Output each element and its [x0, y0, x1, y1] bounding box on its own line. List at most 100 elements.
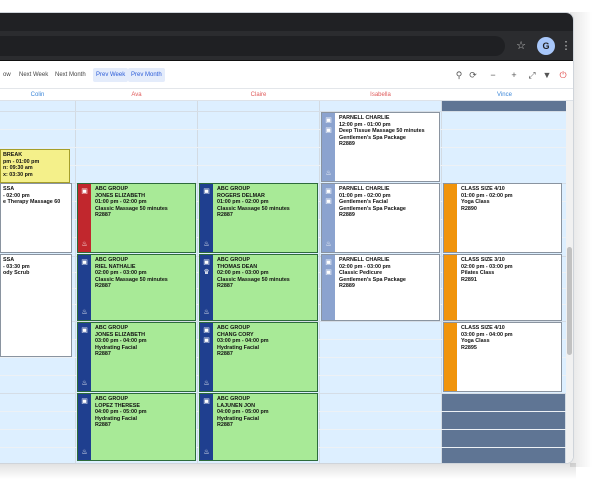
status-strip: ▣ ♨: [200, 184, 213, 252]
appointment-text: BREAK pm - 01:00 pm n: 09:30 am x: 03:30…: [3, 152, 40, 178]
browser-toolbar: ☆ G ⋮: [0, 31, 573, 61]
appointment-text: ABC GROUP LOPEZ THERESE 04:00 pm - 05:00…: [95, 396, 147, 429]
staff-colin[interactable]: Colin: [0, 89, 75, 101]
calendar-icon: ▣: [203, 327, 210, 334]
calendar-icon: ▣: [203, 398, 210, 405]
profile-avatar[interactable]: G: [537, 37, 555, 55]
next-month-button[interactable]: Next Month: [52, 68, 89, 82]
appointment-text: ABC GROUP JONES ELIZABETH 01:00 pm - 02:…: [95, 186, 168, 219]
quarter-line: [0, 129, 570, 130]
browser-window: ☆ G ⋮ ow Next Week Next Month Prev Week …: [0, 12, 574, 464]
filter-icon[interactable]: ▼: [540, 67, 554, 83]
staff-vince[interactable]: Vince: [442, 89, 567, 101]
calendar-check-icon: ▣: [325, 127, 332, 134]
star-icon[interactable]: ☆: [513, 38, 529, 54]
vince-blocked-top: [442, 101, 566, 111]
status-strip: ▣ ♨: [78, 323, 91, 391]
zoom-out-icon[interactable]: −: [486, 67, 500, 83]
power-icon[interactable]: ⏻: [556, 67, 570, 83]
calendar-icon: ▣: [325, 117, 332, 124]
crown-icon: ♛: [203, 269, 210, 276]
appointment-isabella-2[interactable]: ▣ ▣ ♨ PARNELL CHARLIE 01:00 pm - 02:00 p…: [321, 183, 440, 253]
zoom-in-icon[interactable]: +: [507, 67, 521, 83]
therapist-icon: ♨: [203, 241, 210, 248]
therapist-icon: ♨: [81, 309, 88, 316]
appointment-claire-4[interactable]: ▣ ♨ ABC GROUP LAJUNEN JON 04:00 pm - 05:…: [199, 393, 318, 461]
calendar-icon: ▣: [81, 327, 88, 334]
status-strip: ▣ ▣: [322, 255, 335, 320]
browser-tab-strip: [0, 13, 573, 31]
search-icon[interactable]: ⚲: [452, 67, 466, 83]
appointment-vince-2[interactable]: CLASS SIZE 3/10 02:00 pm - 03:00 pm Pila…: [443, 254, 562, 321]
appointment-text: CLASS SIZE 4/10 01:00 pm - 02:00 pm Yoga…: [461, 186, 513, 212]
calendar-icon: ▣: [203, 188, 210, 195]
kebab-menu-icon[interactable]: ⋮: [558, 38, 573, 54]
appointment-colin-2[interactable]: SSA - 03:30 pm ody Scrub: [0, 254, 72, 357]
prev-month-button[interactable]: Prev Month: [128, 68, 165, 82]
staff-claire[interactable]: Claire: [198, 89, 319, 101]
status-strip: ▣ ▣ ♨: [200, 323, 213, 391]
appointment-colin-break[interactable]: BREAK pm - 01:00 pm n: 09:30 am x: 03:30…: [0, 149, 70, 183]
appointment-isabella-1[interactable]: ▣ ▣ ♨ PARNELL CHARLIE 12:00 pm - 01:00 p…: [321, 112, 440, 182]
status-strip: ▣ ♨: [200, 394, 213, 460]
status-strip: ▣ ♨: [78, 394, 91, 460]
partial-nav-button[interactable]: ow: [0, 68, 14, 82]
calendar-check-icon: ▣: [325, 198, 332, 205]
desktop-background: ☆ G ⋮ ow Next Week Next Month Prev Week …: [0, 0, 600, 488]
quarter-line: [0, 165, 570, 166]
appointment-text: CLASS SIZE 4/10 03:00 pm - 04:00 pm Yoga…: [461, 325, 513, 351]
appointment-vince-3[interactable]: CLASS SIZE 4/10 03:00 pm - 04:00 pm Yoga…: [443, 322, 562, 392]
next-week-button[interactable]: Next Week: [16, 68, 51, 82]
therapist-icon: ♨: [81, 241, 88, 248]
prev-week-button[interactable]: Prev Week: [93, 68, 129, 82]
therapist-icon: ♨: [203, 449, 210, 456]
calendar-icon: ▣: [325, 188, 332, 195]
appointment-text: ABC GROUP RIEL NATHALIE 02:00 pm - 03:00…: [95, 257, 168, 290]
appointment-text: CLASS SIZE 3/10 02:00 pm - 03:00 pm Pila…: [461, 257, 513, 283]
status-strip: ▣ ▣ ♨: [322, 113, 335, 181]
appointment-text: SSA - 03:30 pm ody Scrub: [3, 257, 30, 277]
schedule-grid: BREAK pm - 01:00 pm n: 09:30 am x: 03:30…: [0, 101, 573, 463]
appointment-text: ABC GROUP JONES ELIZABETH 03:00 pm - 04:…: [95, 325, 147, 358]
staff-ava[interactable]: Ava: [76, 89, 197, 101]
therapist-icon: ♨: [325, 170, 332, 177]
scrollbar-thumb[interactable]: [567, 247, 572, 355]
quarter-line: [0, 147, 570, 148]
status-strip: ▣ ♨: [78, 255, 91, 320]
calendar-check-icon: ▣: [203, 337, 210, 344]
appointment-ava-3[interactable]: ▣ ♨ ABC GROUP JONES ELIZABETH 03:00 pm -…: [77, 322, 196, 392]
address-bar[interactable]: [0, 36, 505, 56]
appointment-text: ABC GROUP ROGERS DELMAR 01:00 pm - 02:00…: [217, 186, 290, 219]
appointment-claire-2[interactable]: ▣ ♛ ♨ ABC GROUP THOMAS DEAN 02:00 pm - 0…: [199, 254, 318, 321]
appointment-isabella-3[interactable]: ▣ ▣ PARNELL CHARLIE 02:00 pm - 03:00 pm …: [321, 254, 440, 321]
calendar-icon: ▣: [81, 259, 88, 266]
appointment-ava-1[interactable]: ▣ ♨ ABC GROUP JONES ELIZABETH 01:00 pm -…: [77, 183, 196, 253]
therapist-icon: ♨: [203, 380, 210, 387]
status-strip: ▣ ♛ ♨: [200, 255, 213, 320]
status-strip: [444, 323, 457, 391]
appointment-vince-1[interactable]: CLASS SIZE 4/10 01:00 pm - 02:00 pm Yoga…: [443, 183, 562, 253]
calendar-icon: ▣: [203, 259, 210, 266]
appointment-text: ABC GROUP CHANG CORY 03:00 pm - 04:00 pm…: [217, 325, 269, 358]
therapist-icon: ♨: [81, 380, 88, 387]
calendar-toolbar: ow Next Week Next Month Prev Week Prev M…: [0, 61, 573, 89]
appointment-text: SSA - 02:00 pm e Therapy Massage 60: [3, 186, 61, 206]
appointment-text: PARNELL CHARLIE 01:00 pm - 02:00 pm Gent…: [339, 186, 406, 219]
calendar-icon: ▣: [325, 259, 332, 266]
appointment-ava-2[interactable]: ▣ ♨ ABC GROUP RIEL NATHALIE 02:00 pm - 0…: [77, 254, 196, 321]
refresh-icon[interactable]: ⟳: [466, 67, 480, 83]
appointment-claire-3[interactable]: ▣ ▣ ♨ ABC GROUP CHANG CORY 03:00 pm - 04…: [199, 322, 318, 392]
staff-header-row: Colin Ava Claire Isabella Vince: [0, 89, 573, 101]
appointment-claire-1[interactable]: ▣ ♨ ABC GROUP ROGERS DELMAR 01:00 pm - 0…: [199, 183, 318, 253]
status-strip: [444, 255, 457, 320]
expand-icon[interactable]: ⤢: [525, 67, 539, 83]
appointment-colin-1[interactable]: SSA - 02:00 pm e Therapy Massage 60: [0, 183, 72, 253]
appointment-ava-4[interactable]: ▣ ♨ ABC GROUP LOPEZ THERESE 04:00 pm - 0…: [77, 393, 196, 461]
therapist-icon: ♨: [203, 309, 210, 316]
window-shadow-bottom: [0, 463, 576, 479]
status-strip: [444, 184, 457, 252]
calendar-icon: ▣: [81, 398, 88, 405]
appointment-text: ABC GROUP LAJUNEN JON 04:00 pm - 05:00 p…: [217, 396, 269, 429]
calendar-check-icon: ▣: [325, 269, 332, 276]
staff-isabella[interactable]: Isabella: [320, 89, 441, 101]
